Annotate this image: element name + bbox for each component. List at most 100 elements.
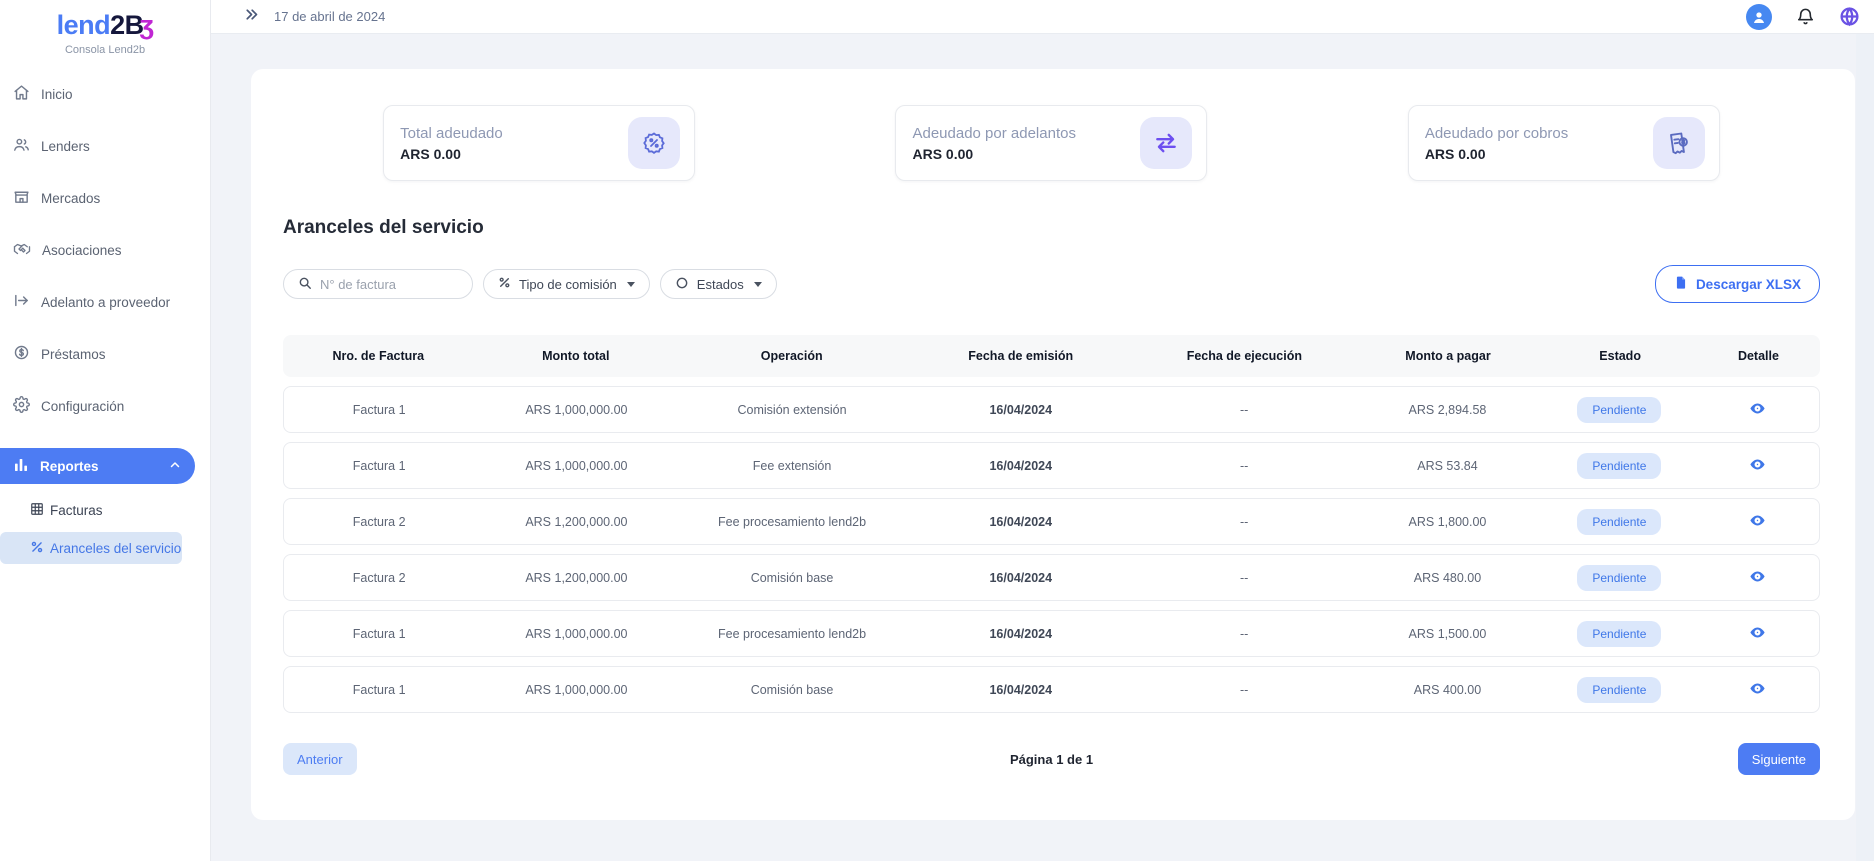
cell-monto_total: ARS 1,200,000.00 [474, 515, 678, 529]
sidebar-collapse-toggle[interactable] [243, 6, 260, 28]
cell-fecha_ejecucion: -- [1136, 459, 1352, 473]
stat-label: Adeudado por adelantos [912, 125, 1075, 142]
sidebar-item-inicio[interactable]: Inicio [0, 68, 210, 120]
col-header: Nro. de Factura [283, 349, 474, 363]
fees-table: Nro. de Factura Monto total Operación Fe… [283, 335, 1820, 713]
cell-estado: Pendiente [1543, 397, 1697, 423]
chevron-down-icon [754, 282, 762, 287]
cell-factura: Factura 2 [284, 571, 474, 585]
next-page-button[interactable]: Siguiente [1738, 743, 1820, 775]
sidebar-item-label: Facturas [50, 503, 103, 518]
search-input[interactable] [320, 277, 450, 292]
cell-fecha_ejecucion: -- [1136, 627, 1352, 641]
col-header: Detalle [1697, 349, 1820, 363]
status-badge: Pendiente [1577, 621, 1661, 647]
cell-monto_pagar: ARS 400.00 [1352, 683, 1542, 697]
logo-part-lend: lend [57, 10, 111, 40]
sidebar-item-mercados[interactable]: Mercados [0, 172, 210, 224]
status-circle-icon [675, 276, 689, 293]
logo-subtitle: Consola Lend2b [0, 44, 210, 56]
stat-card-total-adeudado: Total adeudado ARS 0.00 [383, 105, 695, 181]
cell-operacion: Fee procesamiento lend2b [678, 627, 905, 641]
cell-estado: Pendiente [1543, 453, 1697, 479]
detail-eye-button[interactable] [1749, 568, 1766, 585]
detail-eye-button[interactable] [1749, 456, 1766, 473]
cell-monto_total: ARS 1,000,000.00 [474, 459, 678, 473]
stat-value: ARS 0.00 [912, 146, 1075, 162]
cell-detalle [1696, 568, 1819, 588]
estados-dropdown[interactable]: Estados [660, 269, 777, 299]
reportes-subnav: Facturas Aranceles del servicio [0, 494, 210, 564]
previous-page-button[interactable]: Anterior [283, 743, 357, 775]
home-icon [13, 84, 30, 104]
receipt-dollar-icon [1653, 117, 1705, 169]
detail-eye-button[interactable] [1749, 624, 1766, 641]
language-globe-icon[interactable] [1839, 6, 1860, 27]
detail-eye-button[interactable] [1749, 680, 1766, 697]
stat-value: ARS 0.00 [1425, 146, 1568, 162]
stat-label: Adeudado por cobros [1425, 125, 1568, 142]
stat-cards: Total adeudado ARS 0.00 Adeudado por ade… [283, 105, 1820, 181]
sidebar-item-label: Reportes [40, 459, 99, 474]
table-header-row: Nro. de Factura Monto total Operación Fe… [283, 335, 1820, 377]
sidebar-item-aranceles[interactable]: Aranceles del servicio [0, 532, 182, 564]
cell-detalle [1696, 624, 1819, 644]
cell-factura: Factura 2 [284, 515, 474, 529]
sidebar-item-asociaciones[interactable]: Asociaciones [0, 224, 210, 276]
sidebar-item-label: Configuración [41, 399, 124, 414]
sidebar-item-adelanto[interactable]: Adelanto a proveedor [0, 276, 210, 328]
cell-estado: Pendiente [1543, 565, 1697, 591]
cell-factura: Factura 1 [284, 683, 474, 697]
sidebar-item-prestamos[interactable]: Préstamos [0, 328, 210, 380]
table-row: Factura 1ARS 1,000,000.00Comisión base16… [283, 666, 1820, 713]
invoice-search-field[interactable] [283, 269, 473, 299]
stat-value: ARS 0.00 [400, 146, 503, 162]
cell-monto_pagar: ARS 2,894.58 [1352, 403, 1542, 417]
sidebar-item-label: Mercados [41, 191, 100, 206]
page-indicator: Página 1 de 1 [1010, 752, 1093, 767]
sidebar-item-label: Lenders [41, 139, 90, 154]
logo-accent: ʒ [140, 10, 154, 40]
double-chevron-right-icon [243, 6, 260, 28]
detail-eye-button[interactable] [1749, 512, 1766, 529]
status-badge: Pendiente [1577, 509, 1661, 535]
col-header: Monto total [474, 349, 678, 363]
tipo-comision-dropdown[interactable]: Tipo de comisión [483, 269, 650, 299]
cell-operacion: Comisión extensión [678, 403, 905, 417]
store-icon [13, 188, 30, 208]
cell-fecha_emision: 16/04/2024 [906, 571, 1136, 585]
arrows-left-right-icon [1140, 117, 1192, 169]
user-avatar[interactable] [1746, 4, 1772, 30]
cell-monto_total: ARS 1,000,000.00 [474, 403, 678, 417]
sidebar-item-configuracion[interactable]: Configuración [0, 380, 210, 432]
cell-monto_pagar: ARS 53.84 [1352, 459, 1542, 473]
sidebar-item-lenders[interactable]: Lenders [0, 120, 210, 172]
search-icon [298, 276, 312, 293]
gear-icon [13, 396, 30, 416]
scrollbar-track[interactable] [1856, 34, 1874, 861]
current-date: 17 de abril de 2024 [274, 9, 385, 24]
arrow-from-line-icon [13, 292, 30, 312]
filters-row: Tipo de comisión Estados Descargar XLSX [283, 265, 1820, 303]
content-panel: Total adeudado ARS 0.00 Adeudado por ade… [251, 69, 1855, 820]
sidebar: lend2Bʒ Consola Lend2b Inicio Lenders Me… [0, 0, 211, 861]
percent-icon [498, 276, 511, 292]
cell-factura: Factura 1 [284, 403, 474, 417]
handshake-icon [13, 240, 31, 261]
table-row: Factura 2ARS 1,200,000.00Comisión base16… [283, 554, 1820, 601]
detail-eye-button[interactable] [1749, 400, 1766, 417]
cell-monto_total: ARS 1,000,000.00 [474, 627, 678, 641]
sidebar-item-reportes[interactable]: Reportes [0, 448, 195, 484]
cell-operacion: Fee procesamiento lend2b [678, 515, 905, 529]
logo-part-2b: 2B [110, 10, 144, 40]
notifications-bell-icon[interactable] [1796, 7, 1815, 26]
sidebar-item-facturas[interactable]: Facturas [0, 494, 210, 526]
download-xlsx-button[interactable]: Descargar XLSX [1655, 265, 1820, 303]
sidebar-nav: Inicio Lenders Mercados Asociaciones Ade… [0, 68, 210, 432]
table-row: Factura 1ARS 1,000,000.00Comisión extens… [283, 386, 1820, 433]
bar-chart-icon [13, 457, 29, 476]
stat-card-cobros: Adeudado por cobros ARS 0.00 [1408, 105, 1720, 181]
cell-factura: Factura 1 [284, 459, 474, 473]
col-header: Operación [678, 349, 905, 363]
cell-monto_pagar: ARS 1,500.00 [1352, 627, 1542, 641]
